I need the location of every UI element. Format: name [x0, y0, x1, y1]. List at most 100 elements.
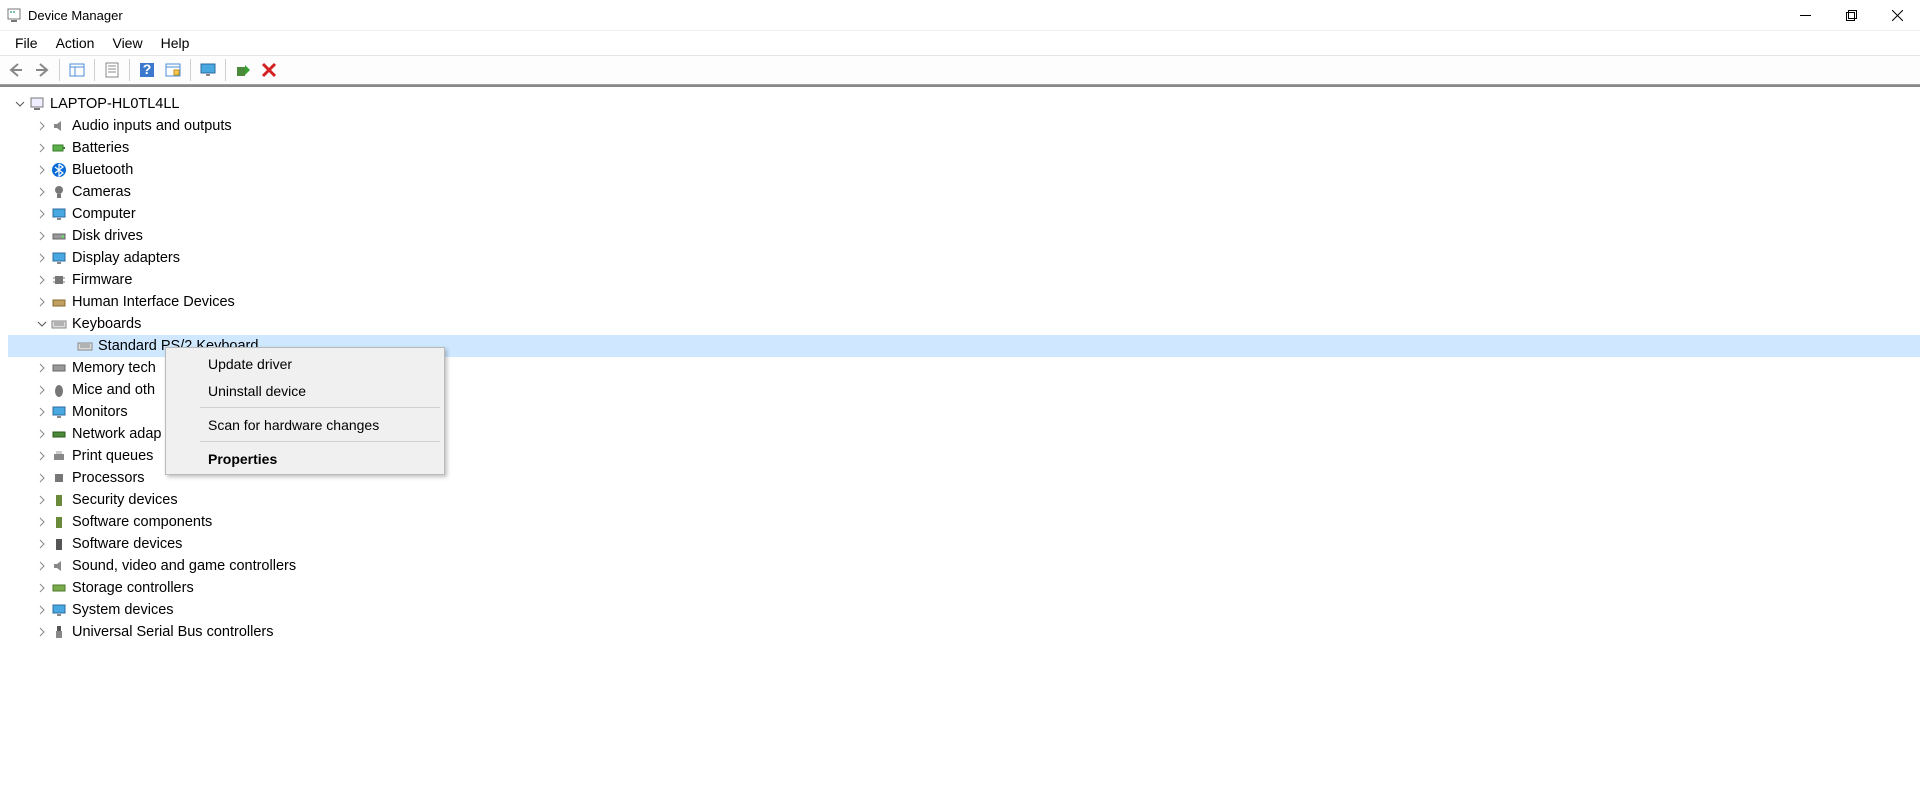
tree-root-label: LAPTOP-HL0TL4LL [50, 96, 180, 112]
tree-node-firmware[interactable]: Firmware [8, 269, 1920, 291]
monitor-button[interactable] [196, 58, 220, 82]
tree-node-software-components[interactable]: Software components [8, 511, 1920, 533]
chip-icon [50, 271, 68, 289]
network-icon [50, 425, 68, 443]
expander-closed-icon[interactable] [34, 514, 50, 530]
tree-root[interactable]: LAPTOP-HL0TL4LL [8, 93, 1920, 115]
expander-closed-icon[interactable] [34, 272, 50, 288]
tree-node-batteries[interactable]: Batteries [8, 137, 1920, 159]
properties-button[interactable] [100, 58, 124, 82]
window-title: Device Manager [28, 8, 123, 23]
ctx-separator [200, 441, 440, 442]
tree-label: Computer [72, 206, 136, 222]
expander-closed-icon[interactable] [34, 250, 50, 266]
tree-label: Security devices [72, 492, 178, 508]
menubar: File Action View Help [0, 30, 1920, 55]
expander-closed-icon[interactable] [34, 558, 50, 574]
expander-closed-icon[interactable] [34, 580, 50, 596]
expander-open-icon[interactable] [12, 96, 28, 112]
uninstall-button[interactable] [257, 58, 281, 82]
tree-label: Display adapters [72, 250, 180, 266]
usb-icon [50, 623, 68, 641]
tree-node-cameras[interactable]: Cameras [8, 181, 1920, 203]
monitor-icon [50, 403, 68, 421]
tree-node-hid[interactable]: Human Interface Devices [8, 291, 1920, 313]
forward-button[interactable] [30, 58, 54, 82]
disk-icon [50, 227, 68, 245]
tree-label: Human Interface Devices [72, 294, 235, 310]
svg-text:?: ? [143, 61, 152, 77]
tree-node-disk-drives[interactable]: Disk drives [8, 225, 1920, 247]
tree-label: Audio inputs and outputs [72, 118, 232, 134]
battery-icon [50, 139, 68, 157]
ctx-properties[interactable]: Properties [168, 445, 442, 472]
tree-label: Monitors [72, 404, 128, 420]
tree-node-keyboards[interactable]: Keyboards [8, 313, 1920, 335]
tree-label: System devices [72, 602, 174, 618]
titlebar: Device Manager [0, 0, 1920, 30]
context-menu: Update driver Uninstall device Scan for … [165, 347, 445, 475]
expander-closed-icon[interactable] [34, 470, 50, 486]
tree-label: Memory tech [72, 360, 156, 376]
ctx-separator [200, 407, 440, 408]
tree-node-audio[interactable]: Audio inputs and outputs [8, 115, 1920, 137]
expander-closed-icon[interactable] [34, 404, 50, 420]
expander-closed-icon[interactable] [34, 536, 50, 552]
show-hide-tree-button[interactable] [65, 58, 89, 82]
expander-closed-icon[interactable] [34, 228, 50, 244]
menu-action[interactable]: Action [47, 33, 104, 53]
tree-node-usb[interactable]: Universal Serial Bus controllers [8, 621, 1920, 643]
tree-label: Firmware [72, 272, 132, 288]
update-driver-button[interactable] [231, 58, 255, 82]
tree-label: Processors [72, 470, 145, 486]
expander-open-icon[interactable] [34, 316, 50, 332]
cpu-icon [50, 469, 68, 487]
menu-file[interactable]: File [6, 33, 47, 53]
tree-node-sound[interactable]: Sound, video and game controllers [8, 555, 1920, 577]
hid-icon [50, 293, 68, 311]
scan-hardware-button[interactable] [161, 58, 185, 82]
expander-closed-icon[interactable] [34, 294, 50, 310]
expander-closed-icon[interactable] [34, 448, 50, 464]
tree-label: Cameras [72, 184, 131, 200]
mouse-icon [50, 381, 68, 399]
tree-node-bluetooth[interactable]: Bluetooth [8, 159, 1920, 181]
expander-closed-icon[interactable] [34, 162, 50, 178]
ctx-update-driver[interactable]: Update driver [168, 350, 442, 377]
window-controls [1782, 0, 1920, 30]
ctx-uninstall-device[interactable]: Uninstall device [168, 377, 442, 404]
tree-node-software-devices[interactable]: Software devices [8, 533, 1920, 555]
maximize-button[interactable] [1828, 0, 1874, 30]
back-button[interactable] [4, 58, 28, 82]
tree-node-security[interactable]: Security devices [8, 489, 1920, 511]
keyboard-icon [76, 337, 94, 355]
tree-node-display-adapters[interactable]: Display adapters [8, 247, 1920, 269]
minimize-button[interactable] [1782, 0, 1828, 30]
bluetooth-icon [50, 161, 68, 179]
expander-closed-icon[interactable] [34, 492, 50, 508]
computer-icon [28, 95, 46, 113]
expander-closed-icon[interactable] [34, 360, 50, 376]
speaker-icon [50, 117, 68, 135]
expander-closed-icon[interactable] [34, 184, 50, 200]
tree-label: Mice and oth [72, 382, 155, 398]
tree-node-storage[interactable]: Storage controllers [8, 577, 1920, 599]
expander-closed-icon[interactable] [34, 426, 50, 442]
tree-node-system-devices[interactable]: System devices [8, 599, 1920, 621]
close-button[interactable] [1874, 0, 1920, 30]
help-button[interactable]: ? [135, 58, 159, 82]
ctx-scan-hardware[interactable]: Scan for hardware changes [168, 411, 442, 438]
expander-closed-icon[interactable] [34, 382, 50, 398]
expander-closed-icon[interactable] [34, 624, 50, 640]
app-icon [6, 7, 22, 23]
menu-help[interactable]: Help [152, 33, 199, 53]
expander-closed-icon[interactable] [34, 602, 50, 618]
expander-closed-icon[interactable] [34, 206, 50, 222]
tree-label: Software components [72, 514, 212, 530]
expander-closed-icon[interactable] [34, 140, 50, 156]
menu-view[interactable]: View [103, 33, 151, 53]
tree-node-computer[interactable]: Computer [8, 203, 1920, 225]
expander-closed-icon[interactable] [34, 118, 50, 134]
tree-label: Software devices [72, 536, 182, 552]
component-icon [50, 513, 68, 531]
